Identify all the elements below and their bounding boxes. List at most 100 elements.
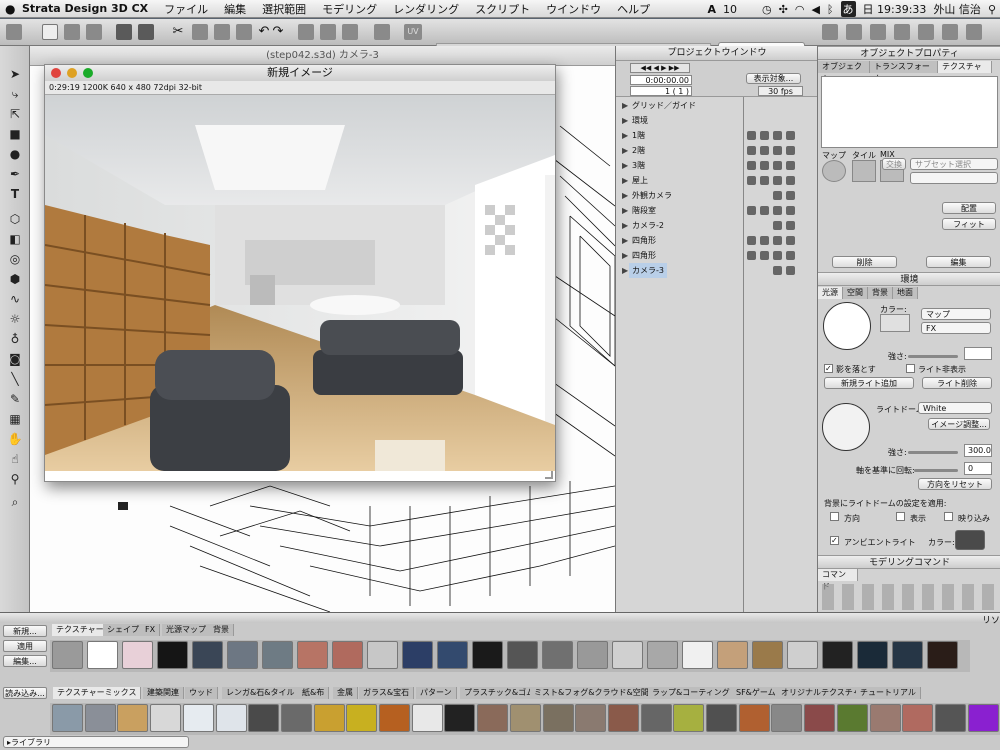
select-arrow-icon[interactable]: ➤: [6, 66, 24, 82]
lock-icon[interactable]: [773, 251, 782, 260]
volume-icon[interactable]: ◀: [811, 3, 819, 16]
texture-swatch[interactable]: [902, 704, 934, 732]
time-machine-icon[interactable]: ◷: [762, 3, 772, 16]
expand-arrow-icon[interactable]: ▶: [622, 218, 628, 233]
timecode-field[interactable]: 0:00:00.00: [630, 75, 692, 85]
image-adjust-button[interactable]: イメージ調整...: [928, 418, 990, 430]
render-icon[interactable]: [786, 176, 795, 185]
light-dome-select[interactable]: White: [918, 402, 992, 414]
close-button[interactable]: [51, 68, 61, 78]
subset-select[interactable]: サブセット選択: [910, 158, 998, 170]
render-icon[interactable]: [786, 236, 795, 245]
zoom-button[interactable]: [83, 68, 93, 78]
reflection-checkbox[interactable]: [944, 512, 953, 521]
category-tab[interactable]: ウッド: [185, 687, 218, 699]
place-button[interactable]: 配置: [942, 202, 996, 214]
sphere-tool-icon[interactable]: ●: [6, 146, 24, 162]
cast-shadow-checkbox[interactable]: ✓: [824, 364, 833, 373]
texture-swatch[interactable]: [411, 704, 443, 732]
texture-swatch[interactable]: [215, 704, 247, 732]
texture-swatch[interactable]: [836, 704, 868, 732]
hand-tool-icon[interactable]: ✋: [6, 431, 24, 447]
menu-window[interactable]: ウインドウ: [538, 1, 609, 17]
expand-arrow-icon[interactable]: ▶: [622, 188, 628, 203]
modeling-command-icons[interactable]: [822, 584, 998, 610]
texture-swatch[interactable]: [738, 704, 770, 732]
category-tab[interactable]: 建築関連: [143, 687, 184, 699]
eyedropper-tool-icon[interactable]: ⌕: [6, 494, 24, 510]
lock-icon[interactable]: [773, 131, 782, 140]
app-menu[interactable]: Strata Design 3D CX: [0, 2, 156, 15]
redo-icon[interactable]: ↷: [270, 24, 286, 40]
category-tab[interactable]: プラスチック&ゴム: [460, 687, 540, 699]
save-icon[interactable]: [86, 24, 102, 40]
measure-tool-icon[interactable]: ✎: [6, 391, 24, 407]
cube-icon[interactable]: [760, 146, 769, 155]
texture-swatch[interactable]: [804, 704, 836, 732]
strength-input[interactable]: [964, 347, 992, 360]
texture-swatch[interactable]: [182, 704, 214, 732]
map-swatch-icon[interactable]: [822, 160, 846, 182]
expand-arrow-icon[interactable]: ▶: [622, 173, 628, 188]
cube-icon[interactable]: [760, 161, 769, 170]
rotate-select-icon[interactable]: ⤷: [6, 86, 24, 102]
expand-arrow-icon[interactable]: ▶: [622, 143, 628, 158]
ambient-color-swatch[interactable]: [955, 530, 985, 550]
lock-icon[interactable]: [773, 176, 782, 185]
delete-icon[interactable]: [236, 24, 252, 40]
zoom-tool-icon[interactable]: ⚲: [6, 471, 24, 487]
texture-swatch[interactable]: [967, 704, 999, 732]
category-tab[interactable]: オリジナルテクスチャ: [777, 687, 866, 699]
expand-arrow-icon[interactable]: ▶: [622, 98, 628, 113]
ambient-checkbox[interactable]: ✓: [830, 536, 839, 545]
expand-arrow-icon[interactable]: ▶: [622, 233, 628, 248]
light-hidden-checkbox[interactable]: [906, 364, 915, 373]
uv-icon[interactable]: UV: [404, 24, 422, 40]
clock[interactable]: 日 19:39:33: [863, 1, 927, 17]
user-name[interactable]: 外山 信治: [933, 1, 981, 17]
texture-swatch[interactable]: [673, 704, 705, 732]
render-icon[interactable]: [786, 206, 795, 215]
texture-swatch[interactable]: [640, 704, 672, 732]
grid-tool-icon[interactable]: ▦: [6, 411, 24, 427]
render-icon[interactable]: [966, 24, 982, 40]
expand-arrow-icon[interactable]: ▶: [622, 158, 628, 173]
lock-icon[interactable]: [773, 221, 782, 230]
lock-icon[interactable]: [773, 236, 782, 245]
tab-object[interactable]: オブジェクト: [818, 61, 870, 83]
tab-command[interactable]: コマンド: [818, 569, 858, 591]
box-tool-icon[interactable]: ◧: [6, 231, 24, 247]
input-method-icon[interactable]: あ: [840, 1, 856, 17]
path-tool-icon[interactable]: ∿: [6, 291, 24, 307]
cube-icon[interactable]: [760, 176, 769, 185]
category-tab[interactable]: 紙&布: [298, 687, 330, 699]
category-tab[interactable]: パターン: [416, 687, 457, 699]
tab-light[interactable]: 光源: [818, 287, 843, 299]
render-icon[interactable]: [786, 221, 795, 230]
photoshop-import-icon[interactable]: [138, 24, 154, 40]
render-icon[interactable]: [786, 161, 795, 170]
menu-selection[interactable]: 選択範囲: [254, 1, 314, 17]
new-document-icon[interactable]: [42, 24, 58, 40]
camera-tool-icon[interactable]: ◙: [6, 351, 24, 367]
category-tab[interactable]: ガラス&宝石: [359, 687, 415, 699]
lock-icon[interactable]: [773, 266, 782, 275]
shaded-icon[interactable]: [870, 24, 886, 40]
reset-direction-button[interactable]: 方向をリセット: [918, 478, 992, 490]
lock-icon[interactable]: [773, 146, 782, 155]
photoshop-export-icon[interactable]: [116, 24, 132, 40]
object-row[interactable]: ▶ 3階: [616, 158, 818, 173]
texture-swatch[interactable]: [869, 704, 901, 732]
eye-icon[interactable]: [747, 131, 756, 140]
light-color-swatch[interactable]: [880, 314, 910, 332]
sweep-tool-icon[interactable]: ⬢: [6, 271, 24, 287]
tab-transform[interactable]: トランスフォーム: [870, 61, 938, 83]
eye-icon[interactable]: [747, 251, 756, 260]
eye-icon[interactable]: [747, 206, 756, 215]
tab-background[interactable]: 背景: [868, 287, 893, 299]
cut-icon[interactable]: ✂: [170, 24, 186, 40]
object-row[interactable]: ▶ カメラ-2: [616, 218, 818, 233]
line-tool-icon[interactable]: ╲: [6, 371, 24, 387]
object-row[interactable]: ▶ カメラ-3: [616, 263, 818, 278]
scatter-icon[interactable]: [374, 24, 390, 40]
